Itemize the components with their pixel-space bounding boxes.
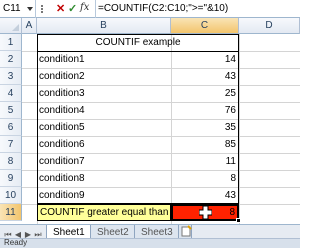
condition-label[interactable]: condition2 [39,68,169,85]
name-box[interactable]: C11 [0,0,36,18]
condition-value[interactable]: 11 [170,153,236,170]
grip-dot-icon [41,8,43,10]
condition-label[interactable]: condition9 [39,187,169,204]
insert-function-icon[interactable]: fx [80,2,89,13]
row-header-10[interactable]: 10 [0,187,22,204]
row-header-11[interactable]: 11 [0,204,22,221]
condition-value[interactable]: 8 [170,170,236,187]
condition-label[interactable]: condition6 [39,136,169,153]
condition-label[interactable]: condition3 [39,85,169,102]
gridline [239,34,240,224]
column-header-b[interactable]: B [37,18,171,34]
chevron-down-icon[interactable] [27,7,33,11]
cancel-icon[interactable]: ✕ [56,2,65,15]
column-header-a[interactable]: A [22,18,37,34]
condition-value[interactable]: 25 [170,85,236,102]
status-bar: Ready [0,238,300,248]
row-header-9[interactable]: 9 [0,170,22,187]
status-mode: Ready [4,238,28,247]
formula-controls: ✕ ✓ fx [36,0,96,18]
condition-label[interactable]: condition1 [39,51,169,68]
row-header-2[interactable]: 2 [0,51,22,68]
formula-input[interactable]: =COUNTIF(C2:C10;">="&10) [98,3,228,14]
enter-icon[interactable]: ✓ [68,2,77,15]
fill-handle[interactable] [236,218,241,223]
condition-value[interactable]: 85 [170,136,236,153]
condition-label[interactable]: condition7 [39,153,169,170]
column-header-d[interactable]: D [239,18,300,34]
condition-value[interactable]: 76 [170,102,236,119]
cell-cursor-icon [199,206,212,219]
select-all-icon [12,24,19,31]
row-header-4[interactable]: 4 [0,85,22,102]
condition-label[interactable]: condition4 [39,102,169,119]
condition-value[interactable]: 43 [170,187,236,204]
grip-dot-icon [41,11,43,13]
grip-dot-icon [41,5,43,7]
column-header-c[interactable]: C [171,18,239,34]
row-header-8[interactable]: 8 [0,153,22,170]
condition-value[interactable]: 35 [170,119,236,136]
row-header-6[interactable]: 6 [0,119,22,136]
table-title[interactable]: COUNTIF example [37,34,239,51]
condition-value[interactable]: 14 [170,51,236,68]
row-header-7[interactable]: 7 [0,136,22,153]
condition-label[interactable]: condition5 [39,119,169,136]
condition-value[interactable]: 43 [170,68,236,85]
row-header-5[interactable]: 5 [0,102,22,119]
select-all-corner[interactable] [0,18,22,34]
row-header-3[interactable]: 3 [0,68,22,85]
result-label-cell[interactable]: COUNTIF greater equal than [37,204,171,221]
condition-label[interactable]: condition8 [39,170,169,187]
name-box-value: C11 [3,3,21,14]
new-sheet-icon [181,225,192,237]
row-header-1[interactable]: 1 [0,34,22,51]
